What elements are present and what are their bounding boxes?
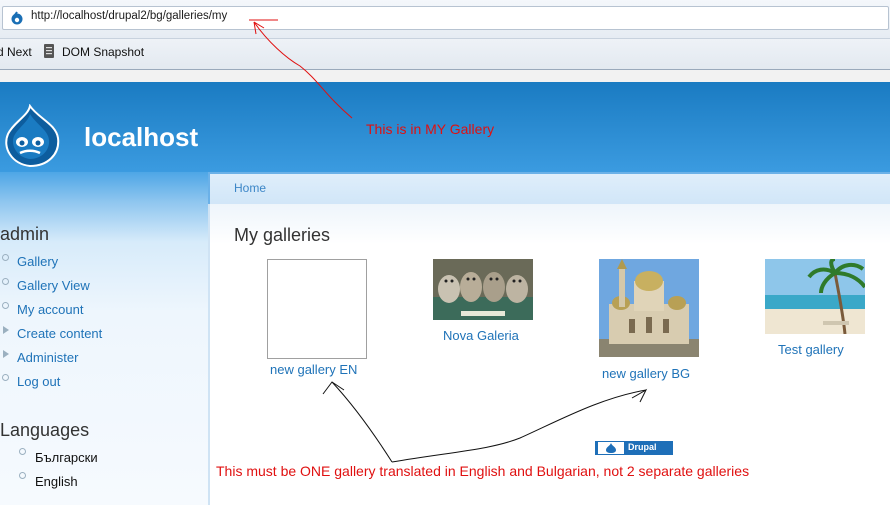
collapsed-arrow-icon [3,350,9,358]
nav-item-administer[interactable]: Administer [0,348,208,372]
bullet-icon [2,374,9,381]
language-switcher: Български English [0,446,208,494]
drupal-logo-icon[interactable] [0,104,62,168]
user-navigation: Gallery Gallery View My account Create c… [0,252,208,396]
document-icon [44,44,54,58]
url-field[interactable]: http://localhost/drupal2/bg/galleries/my [2,6,889,30]
left-sidebar: admin Gallery Gallery View My account Cr… [0,172,208,505]
bookmark-next[interactable]: d Next [0,45,32,59]
gallery-link-test-gallery[interactable]: Test gallery [778,342,844,357]
bookmarks-toolbar: d Next DOM Snapshot [0,39,890,70]
drupal-favicon-icon [11,11,23,25]
gallery-link-new-gallery-en[interactable]: new gallery EN [270,362,357,377]
breadcrumb: Home [208,172,890,204]
nav-item-gallery-view[interactable]: Gallery View [0,276,208,300]
bullet-icon [19,448,26,455]
user-block-title: admin [0,224,50,244]
gallery-link-nova-galeria[interactable]: Nova Galeria [443,328,519,343]
breadcrumb-home-link[interactable]: Home [234,181,266,195]
nav-item-create-content[interactable]: Create content [0,324,208,348]
bullet-icon [2,254,9,261]
powered-by-drupal-badge[interactable]: Drupal [595,441,673,455]
annotation-one-gallery: This must be ONE gallery translated in E… [216,463,750,479]
nav-item-label[interactable]: Create content [17,326,102,341]
gallery-link-new-gallery-bg[interactable]: new gallery BG [602,366,690,381]
nav-item-gallery[interactable]: Gallery [0,252,208,276]
page-title: My galleries [234,225,331,245]
drupal-drop-icon [598,442,624,454]
nav-item-label[interactable]: Gallery View [17,278,90,293]
collapsed-arrow-icon [3,326,9,334]
gallery-thumbnail-new-gallery-en[interactable] [267,259,367,359]
gallery-thumbnail-new-gallery-bg[interactable] [599,259,699,357]
nav-item-log-out[interactable]: Log out [0,372,208,396]
browser-address-bar: http://localhost/drupal2/bg/galleries/my [0,0,890,39]
language-item-english[interactable]: English [0,470,208,494]
gallery-thumbnail-test-gallery[interactable] [765,259,865,334]
site-name-link[interactable]: localhost [84,122,198,153]
language-label[interactable]: English [35,474,78,489]
nav-item-label[interactable]: Gallery [17,254,58,269]
bullet-icon [19,472,26,479]
nav-item-label[interactable]: Administer [17,350,78,365]
bullet-icon [2,278,9,285]
bullet-icon [2,302,9,309]
nav-item-my-account[interactable]: My account [0,300,208,324]
annotation-my-gallery: This is in MY Gallery [366,121,495,137]
url-text: http://localhost/drupal2/bg/galleries/my [31,10,228,22]
toolbar-gap [0,70,890,82]
nav-item-label[interactable]: My account [17,302,83,317]
languages-block-title: Languages [0,420,90,440]
language-item-bulgarian[interactable]: Български [0,446,208,470]
nav-item-label[interactable]: Log out [17,374,60,389]
bookmark-dom-snapshot[interactable]: DOM Snapshot [62,45,144,59]
gallery-thumbnail-nova-galeria[interactable] [433,259,533,320]
powered-by-label: Drupal [628,442,657,452]
language-label[interactable]: Български [35,450,98,465]
